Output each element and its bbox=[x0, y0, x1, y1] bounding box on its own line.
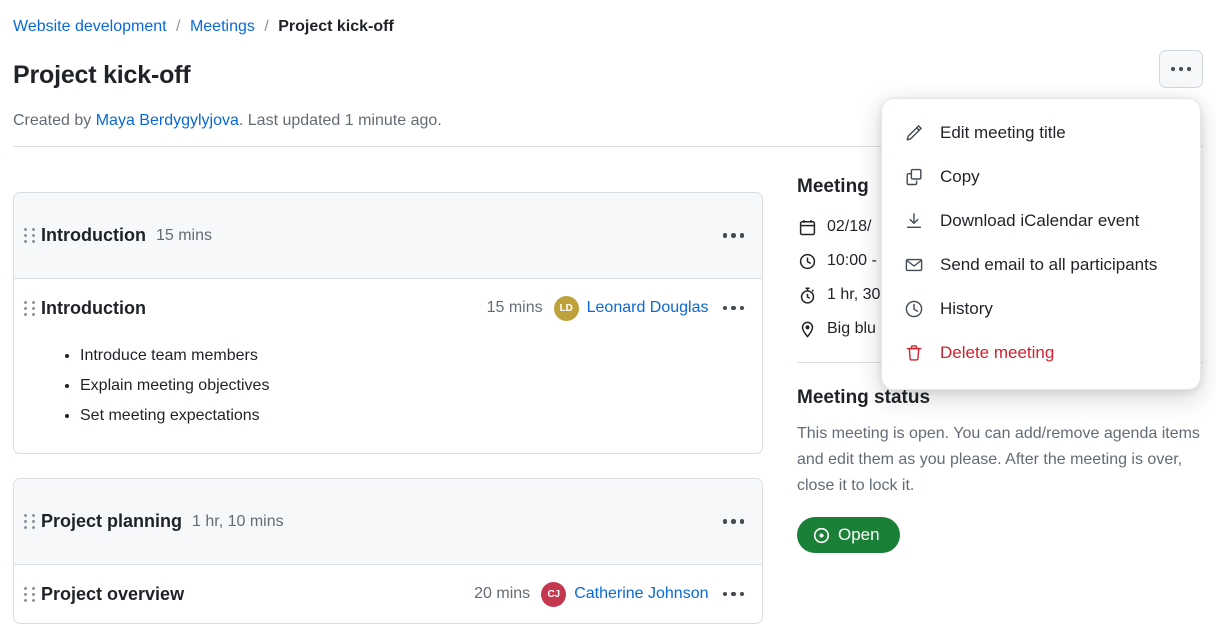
kebab-dot-icon bbox=[731, 233, 736, 238]
drag-handle-icon[interactable] bbox=[24, 514, 35, 530]
meeting-detail-duration-value: 1 hr, 30 bbox=[827, 286, 881, 303]
agenda-item: Introduction 15 mins LD Leonard Douglas … bbox=[14, 279, 762, 431]
dot-circle-icon bbox=[813, 527, 830, 544]
menu-item-label: History bbox=[940, 299, 993, 318]
created-by-prefix: Created by bbox=[13, 112, 96, 129]
kebab-dot-icon bbox=[722, 305, 727, 311]
agenda-item-owner-link[interactable]: Catherine Johnson bbox=[574, 585, 708, 603]
agenda-section-duration: 1 hr, 10 mins bbox=[192, 512, 284, 530]
agenda-item-title: Project overview bbox=[41, 583, 185, 604]
status-badge[interactable]: Open bbox=[797, 517, 900, 553]
agenda-section-actions-button[interactable] bbox=[719, 513, 749, 530]
kebab-dot-icon bbox=[731, 305, 736, 311]
calendar-icon bbox=[797, 217, 817, 237]
pencil-icon bbox=[902, 121, 926, 145]
agenda-item-duration: 15 mins bbox=[486, 299, 543, 316]
agenda-section-header: Project planning 1 hr, 10 mins bbox=[14, 479, 762, 565]
created-by-link[interactable]: Maya Berdygylyjova bbox=[96, 112, 239, 129]
page-subtitle: Created by Maya Berdygylyjova. Last upda… bbox=[13, 110, 442, 132]
drag-handle-icon[interactable] bbox=[24, 300, 35, 316]
kebab-dot-icon bbox=[739, 233, 744, 238]
meeting-detail-location-value: Big blu bbox=[827, 320, 876, 337]
meeting-actions-button[interactable] bbox=[1159, 50, 1203, 88]
agenda-item-row: Introduction 15 mins LD Leonard Douglas bbox=[24, 279, 748, 337]
location-pin-icon bbox=[797, 319, 817, 339]
stopwatch-icon bbox=[797, 285, 817, 305]
menu-item-label: Copy bbox=[940, 167, 980, 186]
breadcrumb-item-meetings[interactable]: Meetings bbox=[190, 18, 255, 35]
list-item: Introduce team members bbox=[80, 341, 748, 371]
kebab-dot-icon bbox=[731, 519, 736, 524]
meeting-status-text: This meeting is open. You can add/remove… bbox=[797, 425, 1200, 494]
agenda-item-actions-button[interactable] bbox=[719, 586, 749, 603]
kebab-dot-icon bbox=[1171, 67, 1175, 71]
avatar: CJ bbox=[541, 581, 567, 607]
agenda-item-title: Introduction bbox=[41, 297, 146, 318]
menu-item-copy[interactable]: Copy bbox=[882, 155, 1200, 199]
trash-icon bbox=[902, 341, 926, 365]
meeting-actions-menu: Edit meeting title Copy Download iCalend… bbox=[881, 98, 1201, 390]
agenda-item-bullets: Introduce team members Explain meeting o… bbox=[80, 341, 748, 431]
agenda-section-header: Introduction 15 mins bbox=[14, 193, 762, 279]
kebab-dot-icon bbox=[722, 591, 727, 597]
menu-item-label: Send email to all participants bbox=[940, 255, 1158, 274]
agenda-item-row: Project overview 20 mins CJ Catherine Jo… bbox=[24, 565, 748, 623]
kebab-dot-icon bbox=[731, 591, 736, 597]
menu-item-label: Delete meeting bbox=[940, 343, 1055, 362]
kebab-dot-icon bbox=[739, 305, 744, 311]
kebab-dot-icon bbox=[739, 519, 744, 524]
meeting-detail-time-value: 10:00 - bbox=[827, 252, 877, 269]
menu-item-send-email-to-all-participants[interactable]: Send email to all participants bbox=[882, 243, 1200, 287]
breadcrumb: Website development / Meetings / Project… bbox=[13, 16, 394, 38]
kebab-dot-icon bbox=[739, 591, 744, 597]
page-title: Project kick-off bbox=[13, 61, 191, 89]
list-item: Set meeting expectations bbox=[80, 401, 748, 431]
kebab-dot-icon bbox=[722, 233, 727, 238]
agenda-list: Introduction 15 mins Introduction 15 min… bbox=[13, 192, 763, 640]
agenda-item-owner-link[interactable]: Leonard Douglas bbox=[587, 299, 709, 317]
kebab-dot-icon bbox=[1179, 67, 1183, 71]
breadcrumb-separator: / bbox=[176, 18, 181, 35]
agenda-section-duration: 15 mins bbox=[155, 226, 213, 244]
download-icon bbox=[902, 209, 926, 233]
kebab-dot-icon bbox=[722, 519, 727, 524]
clock-icon bbox=[797, 251, 817, 271]
menu-item-delete-meeting[interactable]: Delete meeting bbox=[882, 331, 1200, 375]
breadcrumb-item-project[interactable]: Website development bbox=[13, 18, 167, 35]
status-badge-label: Open bbox=[838, 525, 880, 544]
agenda-section-title: Project planning bbox=[41, 511, 183, 531]
meeting-detail-page: Website development / Meetings / Project… bbox=[0, 0, 1216, 640]
agenda-section: Introduction 15 mins Introduction 15 min… bbox=[13, 192, 763, 454]
drag-handle-icon[interactable] bbox=[24, 228, 35, 244]
meeting-detail-date-value: 02/18/ bbox=[827, 218, 872, 235]
clock-icon bbox=[902, 297, 926, 321]
copy-icon bbox=[902, 165, 926, 189]
agenda-item-duration: 20 mins bbox=[474, 585, 531, 602]
agenda-item-actions-button[interactable] bbox=[719, 300, 749, 317]
menu-item-download-icalendar-event[interactable]: Download iCalendar event bbox=[882, 199, 1200, 243]
menu-item-label: Download iCalendar event bbox=[940, 211, 1140, 230]
agenda-section-title: Introduction bbox=[41, 225, 146, 245]
breadcrumb-separator: / bbox=[264, 18, 269, 35]
last-updated-text: . Last updated 1 minute ago. bbox=[238, 112, 442, 129]
agenda-section-actions-button[interactable] bbox=[719, 227, 749, 244]
avatar: LD bbox=[553, 295, 579, 321]
menu-item-label: Edit meeting title bbox=[940, 123, 1066, 142]
menu-item-history[interactable]: History bbox=[882, 287, 1200, 331]
kebab-dot-icon bbox=[1187, 67, 1191, 71]
agenda-item: Project overview 20 mins CJ Catherine Jo… bbox=[14, 565, 762, 623]
drag-handle-icon[interactable] bbox=[24, 586, 35, 602]
menu-item-edit-meeting-title[interactable]: Edit meeting title bbox=[882, 111, 1200, 155]
breadcrumb-item-current: Project kick-off bbox=[278, 18, 394, 35]
envelope-icon bbox=[902, 253, 926, 277]
agenda-section: Project planning 1 hr, 10 mins Project o… bbox=[13, 478, 763, 624]
list-item: Explain meeting objectives bbox=[80, 371, 748, 401]
